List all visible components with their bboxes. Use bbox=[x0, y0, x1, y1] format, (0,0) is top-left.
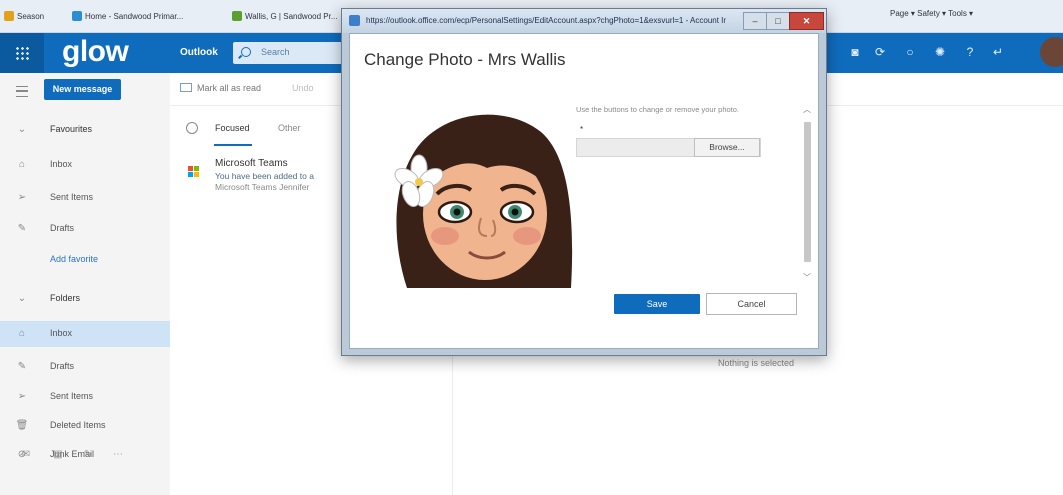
avatar[interactable] bbox=[1040, 37, 1063, 67]
sidebar-item-sent-folder[interactable]: ➢ Sent Items bbox=[0, 384, 170, 410]
undo-button[interactable]: Undo bbox=[292, 83, 314, 93]
save-button[interactable]: Save bbox=[614, 294, 700, 314]
cancel-button[interactable]: Cancel bbox=[706, 293, 797, 315]
sidebar-item-drafts[interactable]: ✎ Drafts bbox=[0, 216, 170, 242]
mail-icon[interactable]: ✉ bbox=[18, 449, 34, 461]
app-name[interactable]: Outlook bbox=[180, 47, 218, 58]
sidebar-item-sent[interactable]: ➢ Sent Items bbox=[0, 185, 170, 211]
favorite-icon bbox=[72, 11, 82, 21]
reading-pane-empty-text: Nothing is selected bbox=[718, 358, 795, 368]
calendar-icon[interactable]: ▦ bbox=[50, 449, 66, 461]
tab-focused-underline bbox=[214, 144, 252, 146]
favorite-item-wallis[interactable]: Wallis, G | Sandwood Pr... bbox=[232, 9, 338, 23]
dialog-title: Change Photo - Mrs Wallis bbox=[364, 50, 566, 69]
module-switcher: ✉ ▦ ✎ ⋯ bbox=[0, 440, 170, 495]
skype-icon[interactable]: ◙ bbox=[847, 44, 863, 60]
sidebar-item-favourites[interactable]: ⌄ Favourites bbox=[0, 117, 170, 143]
maximize-button[interactable]: □ bbox=[766, 12, 790, 30]
browse-button[interactable]: Browse... bbox=[694, 138, 760, 157]
window-url: https://outlook.office.com/ecp/PersonalS… bbox=[366, 16, 726, 25]
profile-photo bbox=[387, 96, 577, 288]
brand-logo: glow bbox=[62, 35, 129, 68]
message-preview: Microsoft Teams Jennifer bbox=[215, 182, 310, 192]
instructions-text: Use the buttons to change or remove your… bbox=[576, 105, 740, 114]
sidebar-item-inbox[interactable]: ⌂ Inbox bbox=[0, 152, 170, 178]
chevron-down-icon[interactable]: ﹀ bbox=[803, 272, 811, 283]
dialog-body: Change Photo - Mrs Wallis Use the button… bbox=[349, 33, 819, 349]
feedback-icon[interactable]: ↵ bbox=[990, 44, 1006, 60]
required-marker: * bbox=[580, 125, 584, 134]
change-photo-window: https://outlook.office.com/ecp/PersonalS… bbox=[341, 8, 827, 356]
chevron-down-icon: ⌄ bbox=[17, 124, 27, 135]
window-titlebar[interactable]: https://outlook.office.com/ecp/PersonalS… bbox=[342, 9, 826, 33]
help-icon[interactable]: ? bbox=[962, 44, 978, 60]
tab-focused[interactable]: Focused bbox=[215, 123, 250, 133]
microsoft-logo-icon bbox=[188, 166, 200, 178]
sidebar-item-folders[interactable]: ⌄ Folders bbox=[0, 286, 170, 312]
mark-all-read-button[interactable]: Mark all as read bbox=[180, 83, 261, 93]
app-launcher-button[interactable] bbox=[0, 33, 44, 73]
notifications-icon[interactable]: ○ bbox=[902, 44, 918, 60]
file-path-input[interactable]: * Browse... bbox=[576, 125, 761, 157]
favorite-icon bbox=[232, 11, 242, 21]
internet-explorer-icon bbox=[349, 15, 360, 26]
select-all-checkbox[interactable] bbox=[186, 122, 198, 134]
message-subject: You have been added to a bbox=[215, 171, 314, 181]
ie-command-menus[interactable]: Page ▾ Safety ▾ Tools ▾ bbox=[890, 9, 973, 18]
trash-icon: 🗑 bbox=[15, 420, 29, 431]
tab-other[interactable]: Other bbox=[278, 123, 301, 133]
more-icon[interactable]: ⋯ bbox=[110, 449, 126, 461]
gear-icon[interactable]: ✺ bbox=[932, 44, 948, 60]
pencil-icon: ✎ bbox=[17, 223, 27, 234]
favorite-item-season[interactable]: Season bbox=[4, 9, 44, 23]
chevron-down-icon: ⌄ bbox=[17, 293, 27, 304]
dialog-scrollbar[interactable]: ︿ ﹀ bbox=[802, 104, 814, 294]
send-icon: ➢ bbox=[17, 192, 27, 203]
sidebar: New message ⌄ Favourites ⌂ Inbox ➢ Sent … bbox=[0, 73, 170, 495]
minimize-button[interactable]: – bbox=[743, 12, 767, 30]
hamburger-icon[interactable] bbox=[16, 86, 28, 97]
sidebar-item-deleted[interactable]: 🗑 Deleted Items bbox=[0, 413, 170, 439]
inbox-icon: ⌂ bbox=[18, 159, 26, 170]
favorite-item-home[interactable]: Home - Sandwood Primar... bbox=[72, 9, 222, 23]
sync-icon[interactable]: ⟳ bbox=[872, 44, 888, 60]
new-message-button[interactable]: New message bbox=[44, 79, 121, 100]
inbox-icon: ⌂ bbox=[18, 328, 26, 339]
search-icon bbox=[241, 47, 251, 57]
sidebar-item-inbox-folder[interactable]: ⌂ Inbox bbox=[0, 321, 170, 347]
sidebar-item-drafts-folder[interactable]: ✎ Drafts bbox=[0, 354, 170, 380]
people-icon[interactable]: ✎ bbox=[80, 449, 96, 461]
close-button[interactable]: ✕ bbox=[789, 12, 824, 30]
scrollbar-thumb[interactable] bbox=[804, 122, 811, 262]
send-icon: ➢ bbox=[17, 391, 27, 402]
favorite-icon bbox=[4, 11, 14, 21]
add-favorite-link[interactable]: Add favorite bbox=[0, 247, 170, 273]
waffle-icon bbox=[15, 46, 29, 60]
search-input[interactable]: Search bbox=[233, 42, 343, 64]
chevron-up-icon[interactable]: ︿ bbox=[803, 104, 811, 115]
message-sender: Microsoft Teams bbox=[215, 158, 288, 169]
pencil-icon: ✎ bbox=[17, 361, 27, 372]
envelope-icon bbox=[180, 83, 192, 92]
